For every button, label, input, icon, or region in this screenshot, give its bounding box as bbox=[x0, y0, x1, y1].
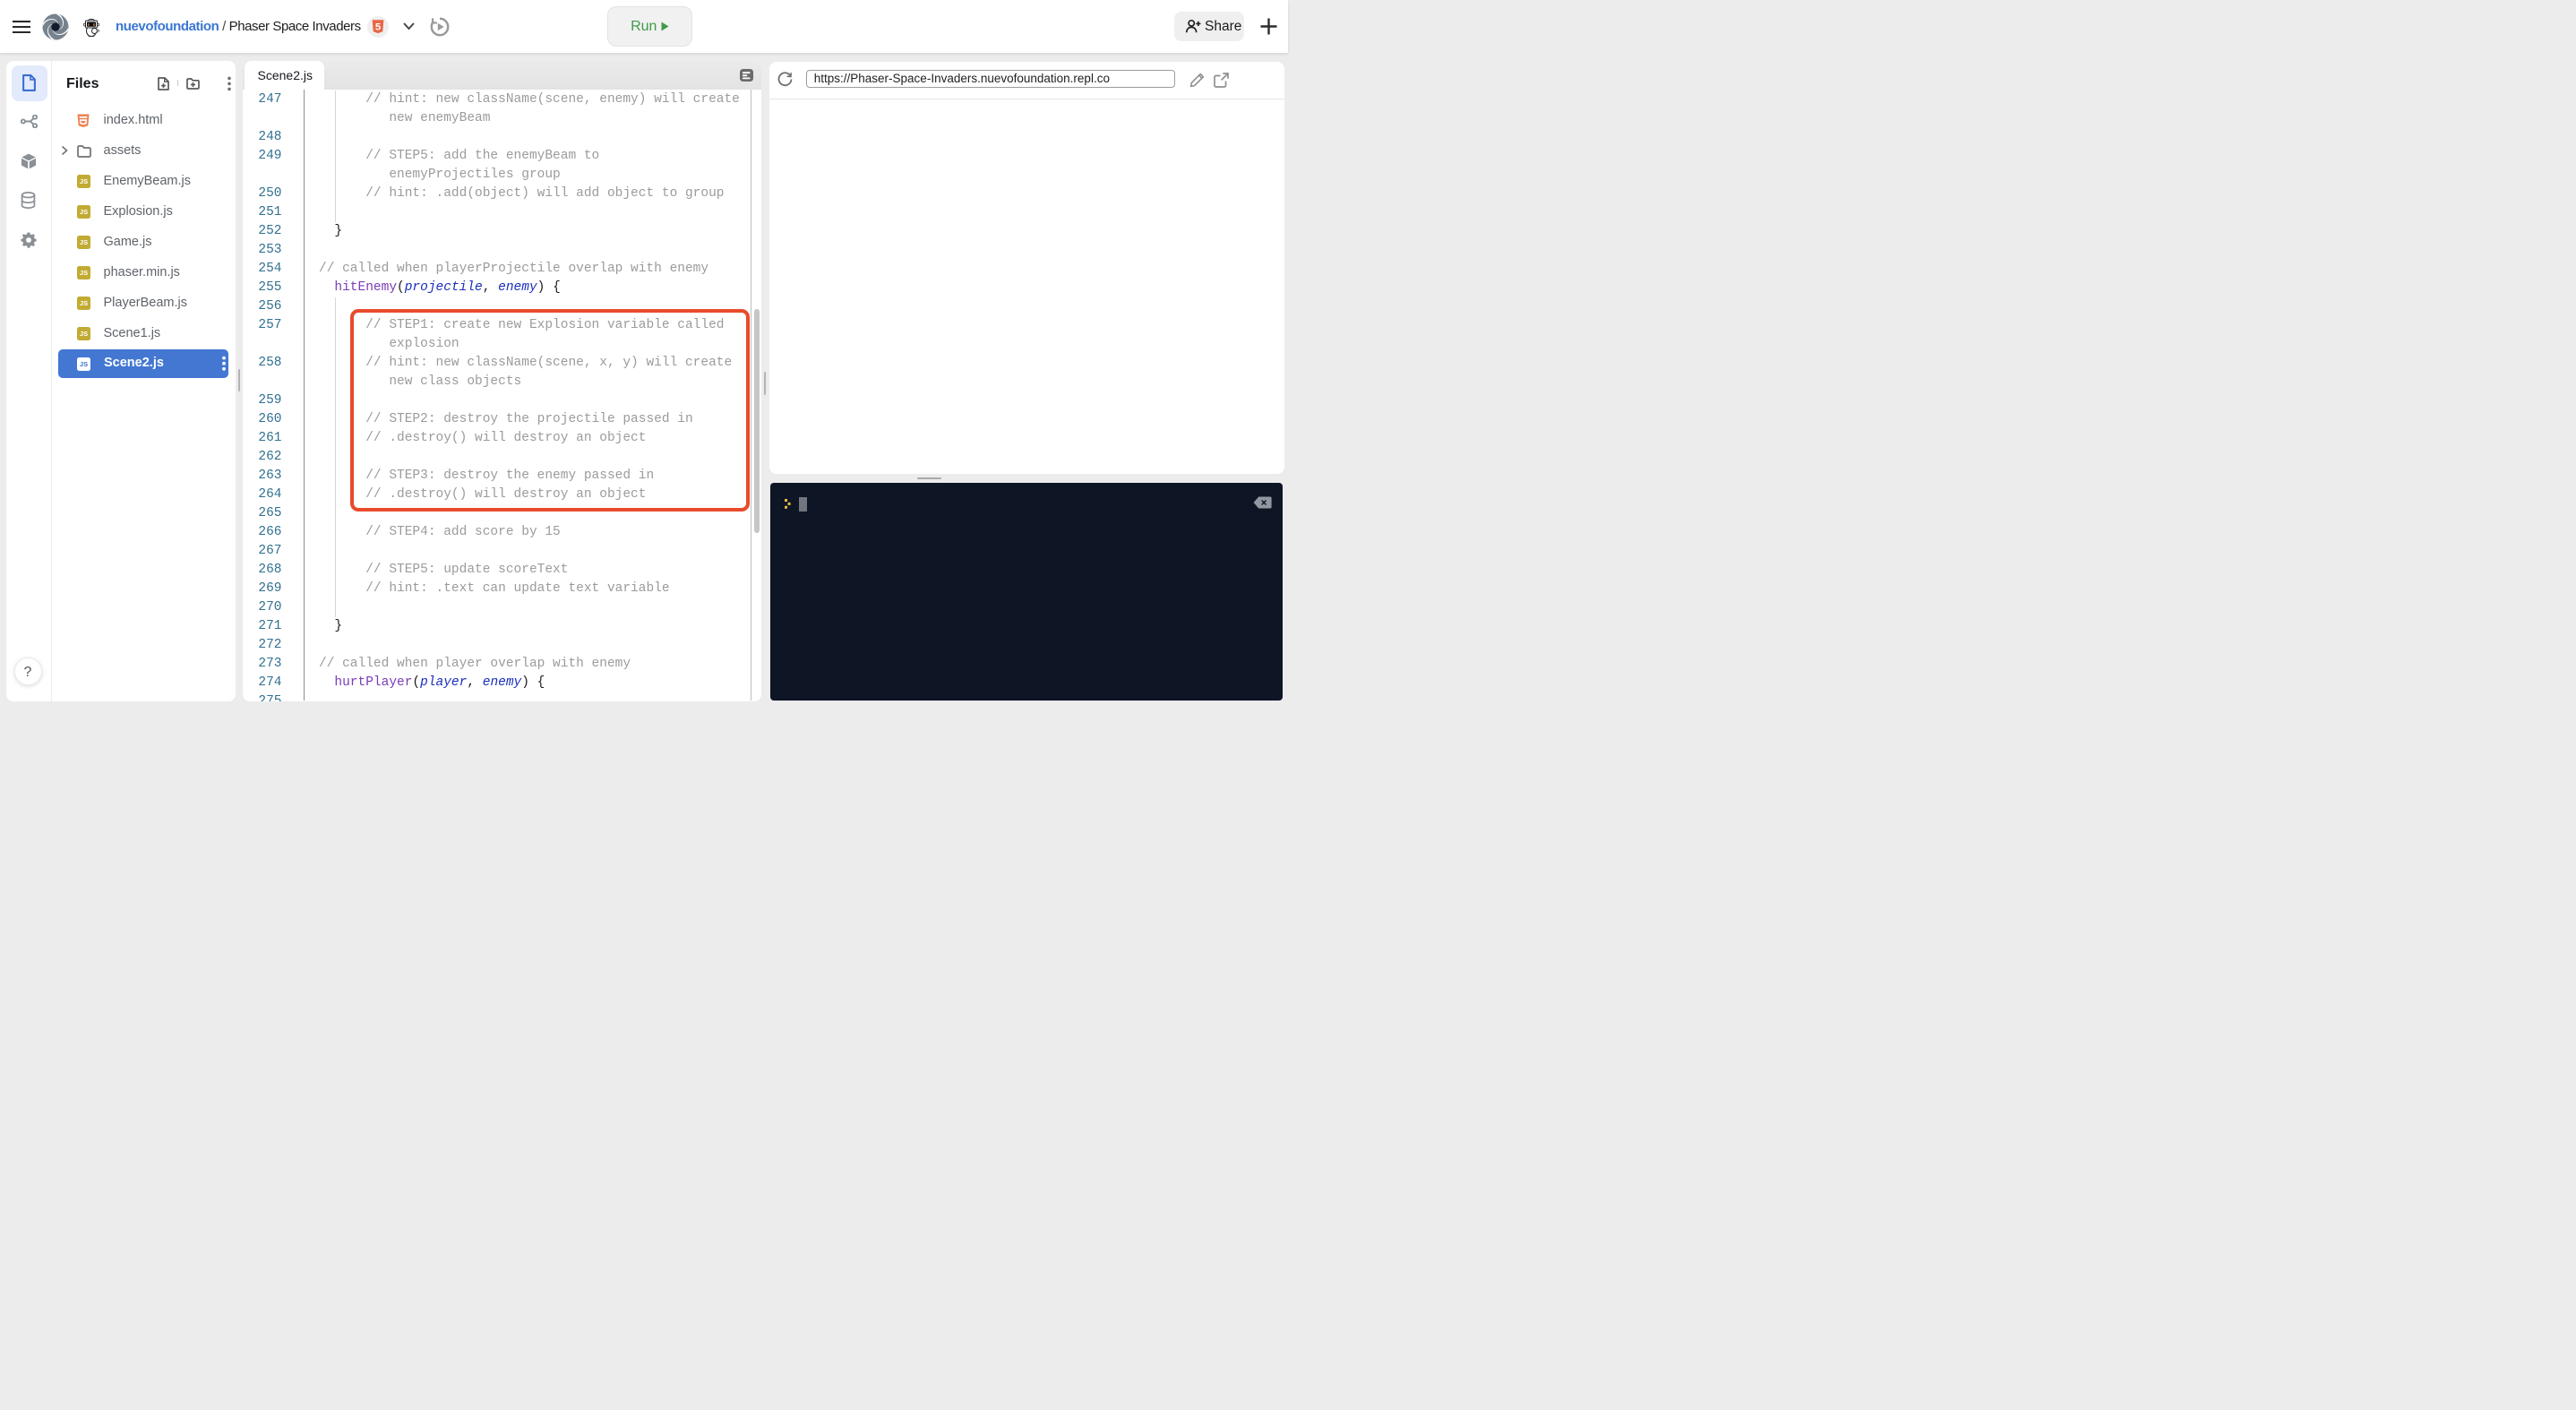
svg-text:5: 5 bbox=[375, 22, 382, 33]
